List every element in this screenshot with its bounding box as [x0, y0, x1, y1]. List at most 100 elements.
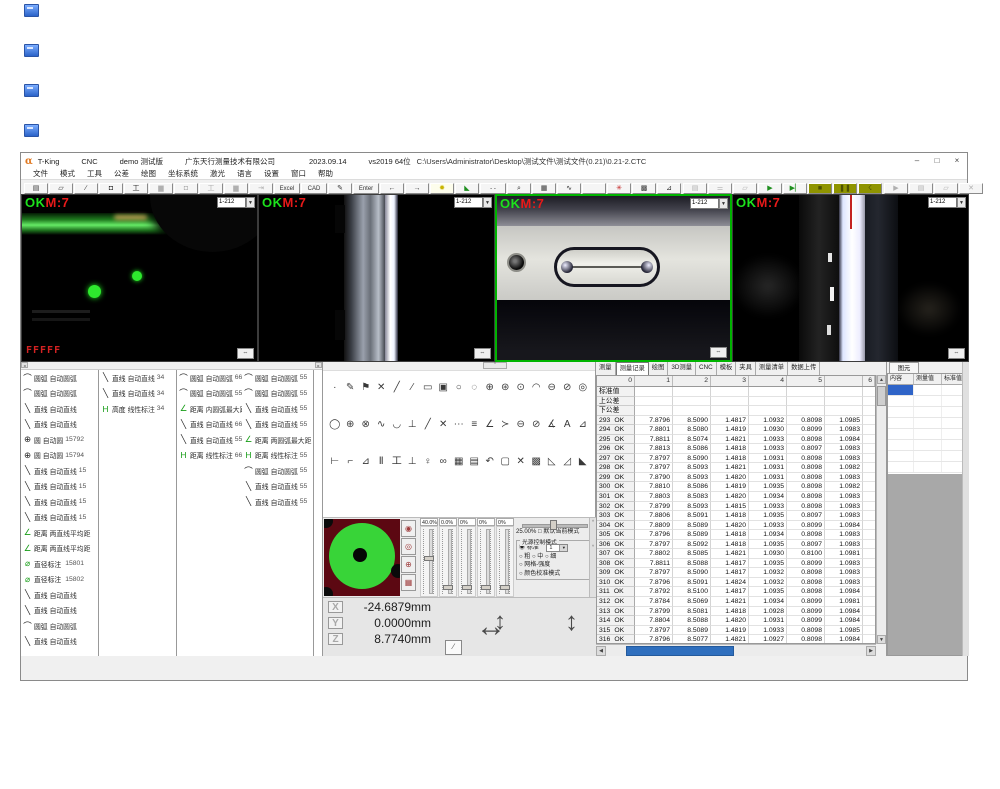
- radio-grid-intensity[interactable]: ○: [519, 562, 523, 568]
- pan-tool-icon[interactable]: ⇔: [948, 348, 965, 359]
- ring-grid-button[interactable]: ▦: [401, 574, 416, 591]
- results-tab[interactable]: 模板: [717, 362, 737, 375]
- next-button[interactable]: →: [405, 183, 429, 194]
- close-disabled-button[interactable]: ✕: [959, 183, 983, 194]
- feature-item[interactable]: ⌒ 圆弧 自动圆弧 55: [242, 463, 313, 479]
- undo-tool[interactable]: ↶: [482, 455, 498, 469]
- list-small-button[interactable]: ⚌: [708, 183, 732, 194]
- options-scrollbar[interactable]: ˄˅: [589, 518, 596, 597]
- diameter-tool[interactable]: ⊖: [513, 418, 529, 432]
- image-button[interactable]: ◣: [455, 183, 479, 194]
- scroll-right-icon[interactable]: ▶: [866, 646, 876, 656]
- results-tab[interactable]: 测量: [596, 362, 616, 375]
- chevron-down-icon[interactable]: ▼: [957, 197, 966, 208]
- feature-item[interactable]: ╲ 直线 自动直线 66: [177, 417, 242, 433]
- feature-item[interactable]: ⊕ 圆 自动圆 15794: [21, 448, 98, 464]
- hatch-button[interactable]: ▦: [532, 183, 556, 194]
- camera-range-select[interactable]: 1-212: [690, 198, 719, 209]
- results-tab[interactable]: 数据上传: [788, 362, 820, 375]
- light-slider-track[interactable]: [420, 526, 438, 597]
- feature-item[interactable]: ╲ 直线 自动直线: [21, 603, 98, 619]
- scroll-thumb[interactable]: [626, 646, 734, 656]
- camera-range-select[interactable]: 1-212: [217, 197, 246, 208]
- circle-dot-tool[interactable]: ⊙: [513, 381, 529, 395]
- circle-dash-tool[interactable]: ◌: [467, 381, 483, 395]
- light-slider-track[interactable]: [458, 526, 476, 597]
- light-slider-thumb[interactable]: [424, 556, 434, 561]
- chevron-down-icon[interactable]: ▼: [246, 197, 255, 208]
- width-dim-tool[interactable]: ⊢: [327, 455, 343, 469]
- tri3-tool[interactable]: ◣: [575, 455, 591, 469]
- feature-item[interactable]: ⌀ 直径标注 15802: [21, 572, 98, 588]
- chevron-down-icon[interactable]: ▼: [719, 198, 728, 209]
- chart-button[interactable]: ⊿: [657, 183, 681, 194]
- tri2-tool[interactable]: ◿: [560, 455, 576, 469]
- angle2-tool[interactable]: ∡: [544, 418, 560, 432]
- menu-item[interactable]: 坐标系统: [162, 169, 204, 179]
- feature-item[interactable]: ╲ 直线 自动直线 34: [99, 370, 176, 386]
- height-dim-tool[interactable]: 工: [389, 455, 405, 469]
- edge-tool-button[interactable]: 工: [124, 183, 148, 194]
- grid-data-row[interactable]: 306 OK 7.87978.50921.48181.09350.80971.0…: [597, 540, 875, 550]
- grid-data-row[interactable]: 313 OK 7.87998.50811.48181.09280.80991.0…: [597, 607, 875, 617]
- radio-medium[interactable]: ○: [532, 554, 536, 560]
- feature-item[interactable]: ╲ 直线 自动直线 34: [99, 386, 176, 402]
- grid-data-row[interactable]: 308 OK 7.88118.50881.48171.09350.80991.0…: [597, 559, 875, 569]
- delete-tool[interactable]: ✕: [513, 455, 529, 469]
- grid-data-row[interactable]: 293 OK 7.87968.50901.48171.09320.80981.0…: [597, 416, 875, 426]
- results-tab[interactable]: 测量记录: [616, 362, 649, 375]
- dash-button[interactable]: - -: [480, 183, 506, 194]
- menu-item[interactable]: 设置: [258, 169, 285, 179]
- ellipse-tool[interactable]: ◯: [327, 418, 343, 432]
- grid-data-row[interactable]: 312 OK 7.87848.50691.48211.09340.80991.0…: [597, 597, 875, 607]
- camera-view-4[interactable]: OKM:7 1-212 ▼ ⇔: [732, 194, 969, 362]
- grid-data-row[interactable]: 309 OK 7.87978.50901.48171.09320.80981.0…: [597, 568, 875, 578]
- feature-item[interactable]: H 距离 线性标注 55: [242, 448, 313, 464]
- feature-item[interactable]: ⌒ 圆弧 自动圆弧 55: [242, 370, 313, 386]
- feature-item[interactable]: ╲ 直线 自动直线: [21, 634, 98, 650]
- probe-alt-button[interactable]: ◘: [174, 183, 198, 194]
- light-master-thumb[interactable]: [550, 520, 557, 530]
- graph-button[interactable]: ∕: [445, 640, 462, 655]
- step-button[interactable]: ⇥: [249, 183, 273, 194]
- circle-cross-tool[interactable]: ⊕: [482, 381, 498, 395]
- rect-tool[interactable]: ▭: [420, 381, 436, 395]
- minimize-button[interactable]: –: [907, 153, 927, 169]
- line2-tool[interactable]: ∕: [405, 381, 421, 395]
- vertex-tool[interactable]: ≻: [498, 418, 514, 432]
- edge-alt-button[interactable]: 工: [199, 183, 223, 194]
- pan-tool-icon[interactable]: ⇔: [710, 347, 727, 358]
- feature-item[interactable]: ⌒ 圆弧 自动圆弧: [21, 618, 98, 634]
- close-button[interactable]: ×: [947, 153, 967, 169]
- feature-item[interactable]: ╲ 直线 自动直线: [21, 587, 98, 603]
- feature-item[interactable]: ╲ 直线 自动直线 55: [242, 479, 313, 495]
- region-tool[interactable]: ▢: [498, 455, 514, 469]
- jog-xy-arrows-icon[interactable]: ↔↕: [476, 610, 532, 646]
- grid-data-row[interactable]: 314 OK 7.88048.50881.48201.09310.80991.0…: [597, 616, 875, 626]
- light-slider[interactable]: 0%: [458, 518, 476, 597]
- prev-button[interactable]: ←: [380, 183, 404, 194]
- grid-horizontal-scrollbar[interactable]: ◀ ▶: [596, 644, 876, 656]
- feature-item[interactable]: ⊕ 圆 自动圆 15792: [21, 432, 98, 448]
- ring-quad-button[interactable]: ⊕: [401, 556, 416, 573]
- grid-data-row[interactable]: 296 OK 7.88138.50861.48181.09330.80971.0…: [597, 444, 875, 454]
- elements-row[interactable]: [888, 385, 962, 396]
- menu-item[interactable]: 绘图: [135, 169, 162, 179]
- channel-select[interactable]: 1▼: [546, 544, 568, 552]
- run-to-end-button[interactable]: ▶▏: [783, 183, 807, 194]
- feature-item[interactable]: ⌒ 圆弧 自动圆弧: [21, 386, 98, 402]
- desktop-shortcut-icon[interactable]: [24, 84, 39, 97]
- maximize-button[interactable]: □: [927, 153, 947, 169]
- flag-tool[interactable]: ⚑: [358, 381, 374, 395]
- feature-item[interactable]: ⌒ 圆弧 自动圆弧 55: [242, 386, 313, 402]
- elements-table[interactable]: 内容 测量值 标准值: [887, 373, 963, 656]
- blank-button[interactable]: [582, 183, 606, 194]
- feature-item[interactable]: H 高度 线性标注 34: [99, 401, 176, 417]
- camera-range-select[interactable]: 1-212: [454, 197, 483, 208]
- pan-tool-icon[interactable]: ⇔: [237, 348, 254, 359]
- circle-x-tool[interactable]: ⊗: [358, 418, 374, 432]
- slot-tool[interactable]: ⊖: [544, 381, 560, 395]
- zoom-button[interactable]: ⌕: [507, 183, 531, 194]
- camera-view-2[interactable]: OKM:7 1-212 ▼ ⇔: [258, 194, 495, 362]
- desktop-shortcut-icon[interactable]: [24, 44, 39, 57]
